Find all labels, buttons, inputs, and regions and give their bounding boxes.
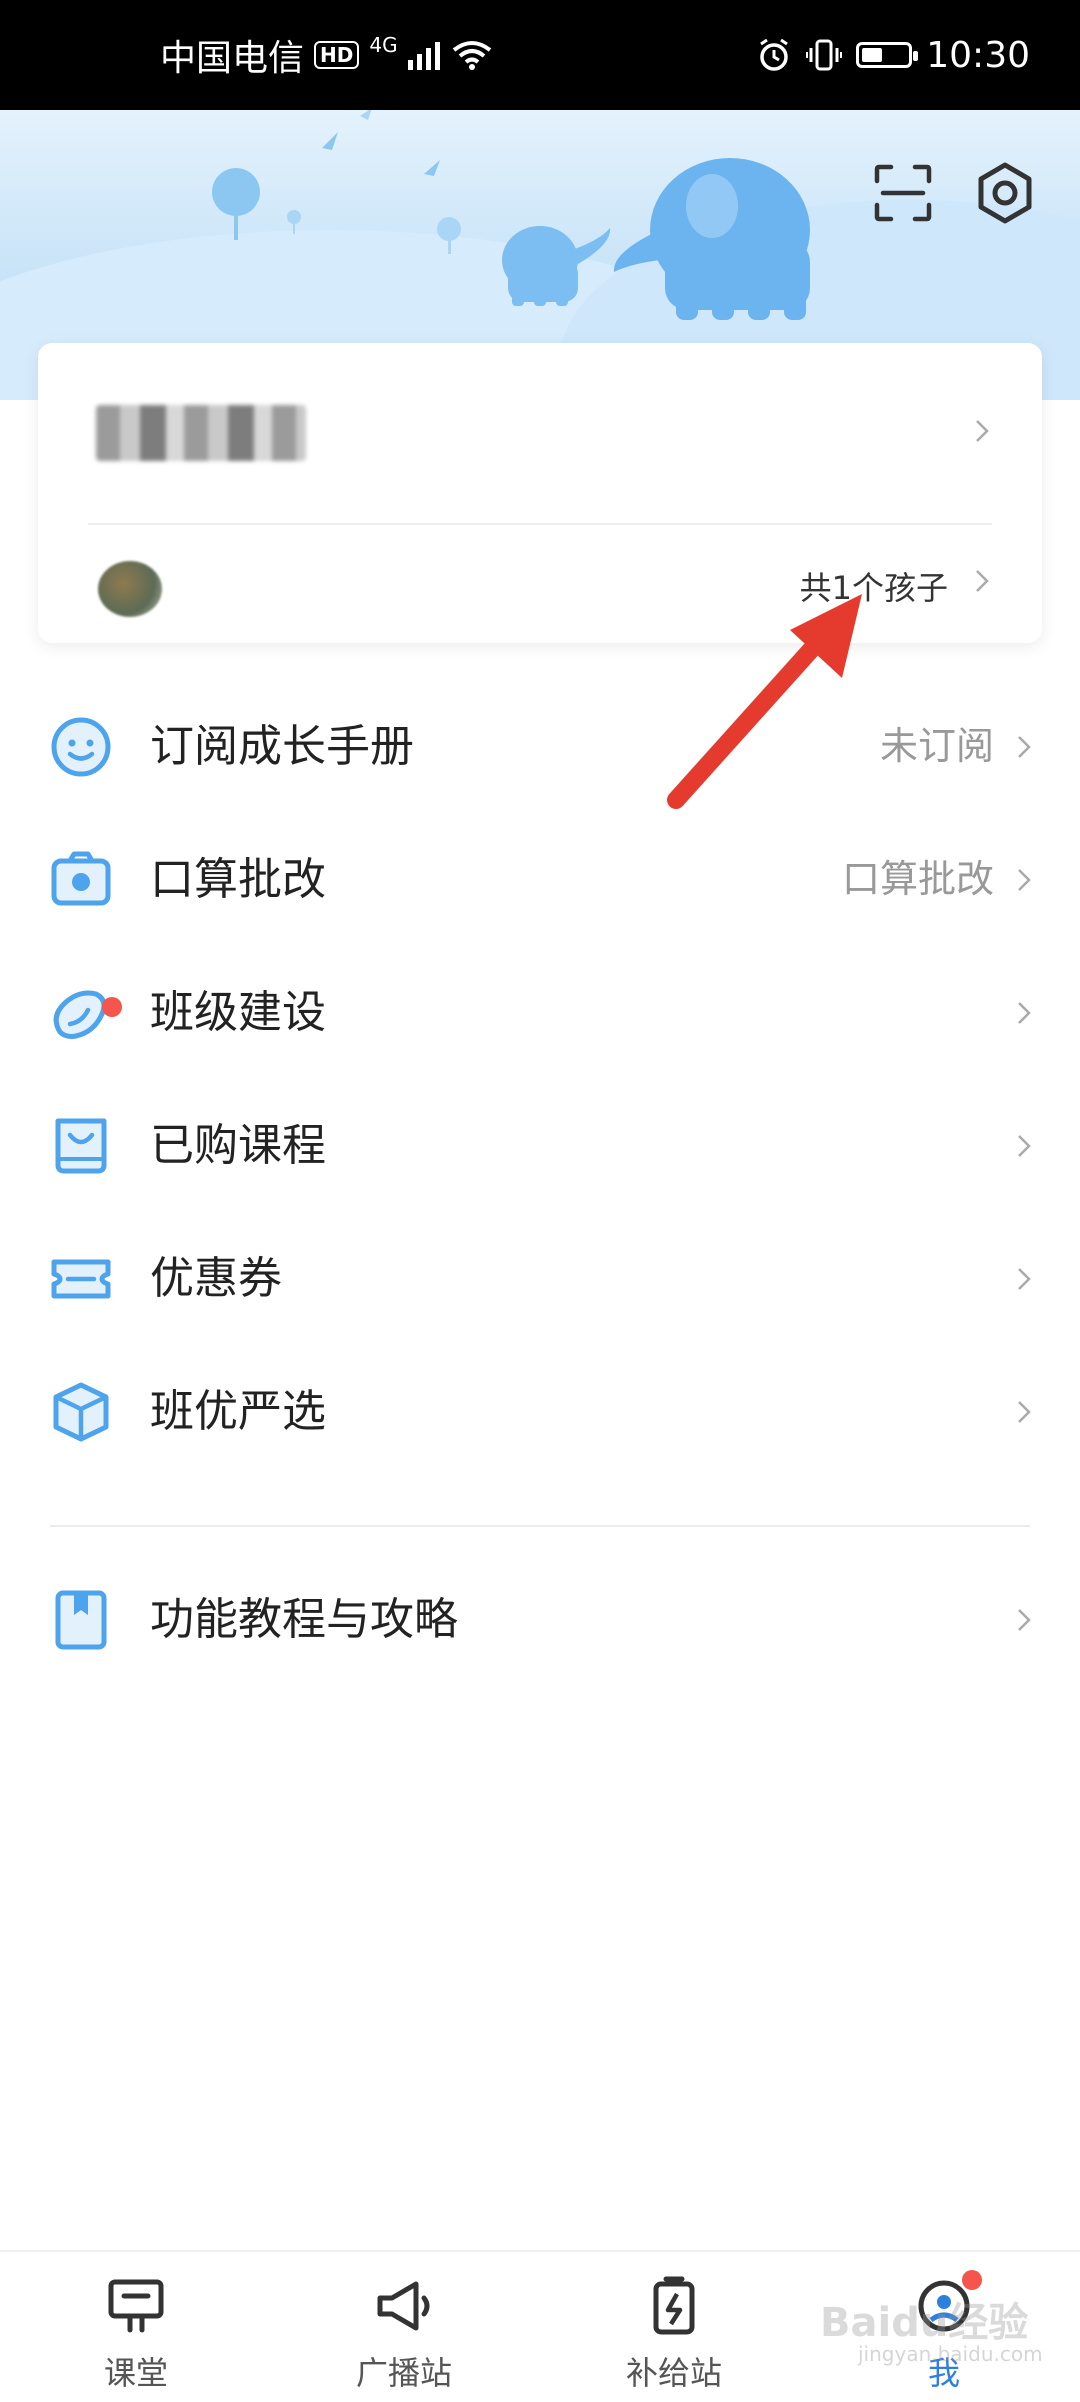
child-avatar [98, 561, 162, 617]
notification-dot [962, 2270, 982, 2290]
children-row[interactable]: 共1个孩子 [38, 525, 1042, 643]
section-divider [50, 1525, 1030, 1527]
chevron-right-icon [1018, 1002, 1031, 1024]
menu-list: 订阅成长手册 未订阅 口算批改 口算批改 班级建设 已购课程 优惠券 班优严选 [0, 680, 1080, 1478]
chevron-right-icon [1018, 1401, 1031, 1423]
chevron-right-icon [1018, 1609, 1031, 1631]
battery-charge-icon [653, 2276, 695, 2335]
menu-value: 口算批改 [841, 857, 994, 901]
status-bar: 中国电信 HD 4G 10:30 [0, 0, 1080, 110]
chevron-right-icon [1018, 1268, 1031, 1290]
settings-button[interactable] [970, 160, 1040, 230]
menu-label: 订阅成长手册 [150, 721, 414, 772]
menu-label: 口算批改 [150, 854, 326, 905]
menu-value: 未订阅 [879, 724, 994, 768]
menu-item-growth-handbook[interactable]: 订阅成长手册 未订阅 [0, 680, 1080, 813]
bean-icon [53, 990, 107, 1039]
chevron-right-icon [1018, 1135, 1031, 1157]
chevron-right-icon [1018, 736, 1031, 758]
menu-label: 班优严选 [150, 1386, 326, 1437]
profile-card: 共1个孩子 [38, 343, 1042, 643]
chevron-right-icon [976, 570, 989, 592]
megaphone-icon [377, 2281, 430, 2331]
smiley-icon [51, 717, 111, 777]
menu-label: 功能教程与攻略 [150, 1594, 458, 1645]
menu-label: 班级建设 [150, 987, 326, 1038]
menu-label: 优惠券 [150, 1253, 282, 1304]
menu-item-class-building[interactable]: 班级建设 [0, 946, 1080, 1079]
menu-item-oral-math-grading[interactable]: 口算批改 口算批改 [0, 813, 1080, 946]
scan-button[interactable] [868, 160, 938, 230]
tab-label: 课堂 [103, 2354, 168, 2392]
menu-item-coupons[interactable]: 优惠券 [0, 1212, 1080, 1345]
box-icon [53, 1382, 109, 1442]
watermark: Baidu经验 [820, 2300, 1029, 2346]
shopping-bag-icon [55, 1118, 107, 1174]
profile-name-row[interactable] [38, 343, 1042, 523]
battery-icon [856, 42, 919, 68]
child-count-label: 共1个孩子 [799, 569, 948, 607]
tab-classroom[interactable]: 课堂 [36, 2252, 236, 2402]
camera-icon [51, 851, 111, 906]
tab-label: 补给站 [625, 2354, 722, 2392]
classroom-icon [108, 2279, 164, 2333]
tab-broadcast[interactable]: 广播站 [304, 2252, 504, 2402]
hd-badge: HD [314, 41, 360, 69]
coupon-icon [51, 1259, 111, 1299]
menu-list-secondary: 功能教程与攻略 [0, 1553, 1080, 1686]
menu-item-purchased-courses[interactable]: 已购课程 [0, 1079, 1080, 1212]
signal-icon [407, 40, 442, 70]
chevron-right-icon [1018, 869, 1031, 891]
menu-label: 已购课程 [150, 1120, 326, 1171]
watermark-url: jingyan.baidu.com [858, 2342, 1043, 2366]
scan-icon [873, 163, 933, 227]
tab-supply-station[interactable]: 补给站 [574, 2252, 774, 2402]
bookmark-book-icon [55, 1590, 107, 1650]
wifi-icon [452, 40, 492, 70]
network-type: 4G [369, 33, 398, 57]
settings-icon [974, 162, 1036, 228]
clock-time: 10:30 [926, 34, 1030, 76]
blurred-username [96, 405, 306, 461]
vibrate-icon [806, 38, 843, 72]
alarm-icon [756, 37, 792, 73]
notification-badge [102, 997, 122, 1017]
chevron-right-icon [976, 420, 989, 442]
tab-label: 广播站 [355, 2354, 452, 2392]
carrier-label: 中国电信 [160, 38, 305, 79]
menu-item-tutorials[interactable]: 功能教程与攻略 [0, 1553, 1080, 1686]
menu-item-curated-shop[interactable]: 班优严选 [0, 1345, 1080, 1478]
